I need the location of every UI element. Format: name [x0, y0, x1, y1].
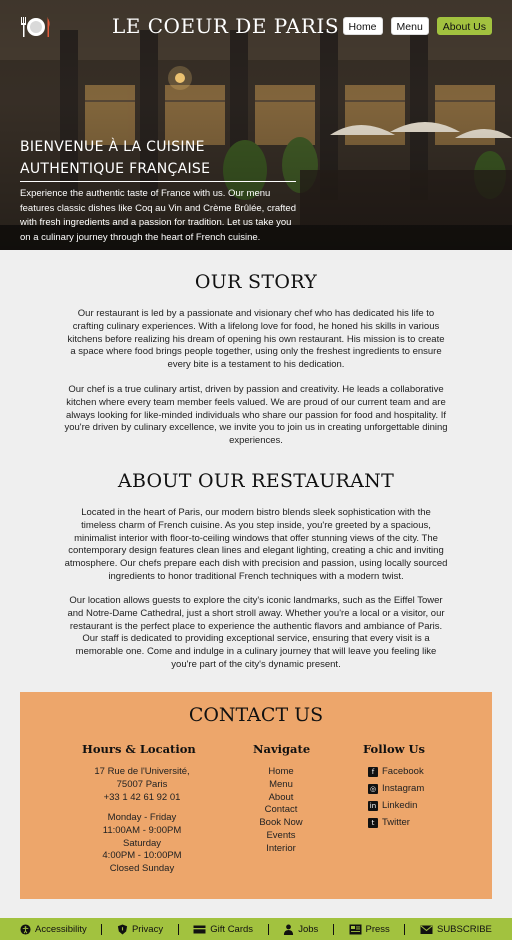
footer-separator — [177, 923, 179, 935]
shield-icon — [117, 923, 128, 935]
accessibility-icon — [20, 923, 31, 935]
nav-about-us-button[interactable]: About Us — [436, 17, 492, 35]
footer-link-book-now[interactable]: Book Now — [258, 817, 304, 830]
about-paragraph-2: Our location allows guests to explore th… — [67, 595, 445, 670]
social-label: Linkedin — [382, 800, 418, 811]
address-block: 17 Rue de l'Université, 75007 Paris +33 … — [82, 766, 202, 804]
footer-gift-cards-link[interactable]: Gift Cards — [193, 924, 253, 935]
address-street: 17 Rue de l'Université, — [94, 766, 190, 777]
fork-plate-knife-logo-icon[interactable] — [20, 16, 52, 38]
our-story-title: OUR STORY — [194, 271, 318, 293]
hours-line: Monday - Friday — [107, 812, 177, 823]
mail-icon — [420, 925, 433, 934]
footer-separator — [332, 923, 334, 935]
follow-us-title: Follow Us — [363, 742, 426, 756]
linkedin-icon: in — [368, 800, 378, 811]
social-label: Twitter — [382, 817, 410, 828]
footer-navigate-list: Home Menu About Contact Book Now Events … — [258, 766, 304, 856]
footer-label: Accessibility — [35, 923, 87, 935]
hours-line: Closed Sunday — [109, 863, 175, 875]
footer-label: Press — [365, 923, 390, 935]
instagram-icon: ◎ — [368, 783, 378, 794]
hours-location-title: Hours & Location — [82, 742, 196, 756]
hero-banner: LE COEUR DE PARIS Home Menu About Us BIE… — [0, 0, 512, 250]
nav-menu-button[interactable]: Menu — [390, 17, 429, 35]
facebook-icon: f — [368, 766, 378, 777]
footer-privacy-link[interactable]: Privacy — [117, 924, 163, 935]
contact-title: CONTACT US — [188, 704, 324, 726]
social-link-linkedin[interactable]: in Linkedin — [368, 800, 417, 811]
hours-line: 11:00AM - 9:00PM — [102, 824, 182, 836]
social-link-twitter[interactable]: t Twitter — [368, 817, 410, 828]
footer-link-menu[interactable]: Menu — [258, 779, 304, 792]
footer-label: SUBSCRIBE — [436, 923, 492, 935]
hours-block: Monday - Friday 11:00AM - 9:00PM Saturda… — [82, 812, 202, 876]
footer-subscribe-link[interactable]: SUBSCRIBE — [420, 924, 492, 935]
social-label: Facebook — [382, 766, 424, 777]
hero-title-line-2: AUTHENTIQUE FRANÇAISE — [20, 161, 211, 177]
footer-accessibility-link[interactable]: Accessibility — [20, 924, 87, 935]
social-link-instagram[interactable]: ◎ Instagram — [368, 783, 424, 794]
our-story-paragraph-2: Our chef is a true culinary artist, driv… — [64, 384, 448, 447]
gift-card-icon — [193, 925, 206, 933]
person-icon — [284, 924, 294, 935]
twitter-icon: t — [368, 817, 378, 828]
newspaper-icon — [349, 924, 361, 934]
about-paragraph-1: Located in the heart of Paris, our moder… — [64, 507, 448, 582]
contact-section: CONTACT US Hours & Location 17 Rue de l'… — [20, 692, 492, 899]
nav-home-button[interactable]: Home — [342, 17, 383, 35]
footer-link-events[interactable]: Events — [258, 830, 304, 843]
social-label: Instagram — [382, 783, 425, 794]
hero-divider — [20, 181, 296, 182]
footer-link-interior[interactable]: Interior — [258, 843, 304, 856]
footer-label: Jobs — [298, 923, 319, 935]
footer-separator — [267, 923, 269, 935]
footer-label: Gift Cards — [210, 923, 254, 935]
footer-link-about[interactable]: About — [258, 792, 304, 805]
footer-jobs-link[interactable]: Jobs — [283, 924, 318, 935]
navigate-title: Navigate — [253, 742, 311, 756]
brand-name[interactable]: LE COEUR DE PARIS — [112, 14, 339, 38]
hero-description: Experience the authentic taste of France… — [20, 188, 296, 243]
hours-line: Saturday — [122, 837, 162, 849]
footer-link-contact[interactable]: Contact — [258, 804, 304, 817]
hero-title-line-1: BIENVENUE À LA CUISINE — [20, 139, 205, 155]
phone-number[interactable]: +33 1 42 61 92 01 — [82, 792, 202, 805]
footer-press-link[interactable]: Press — [349, 924, 390, 935]
hero-title: BIENVENUE À LA CUISINE AUTHENTIQUE FRANÇ… — [20, 136, 310, 180]
hours-line: 4:00PM - 10:00PM — [102, 850, 182, 862]
footer-separator — [404, 923, 406, 935]
top-nav: Home Menu About Us — [342, 17, 492, 35]
our-story-paragraph-1: Our restaurant is led by a passionate an… — [67, 308, 445, 371]
address-city: 75007 Paris — [116, 778, 168, 790]
footer-bar: Accessibility Privacy Gift Cards Jobs Pr… — [0, 918, 512, 940]
social-link-facebook[interactable]: f Facebook — [368, 766, 424, 777]
footer-link-home[interactable]: Home — [258, 766, 304, 779]
footer-separator — [101, 923, 103, 935]
footer-label: Privacy — [131, 923, 164, 935]
about-restaurant-title: ABOUT OUR RESTAURANT — [117, 470, 395, 492]
